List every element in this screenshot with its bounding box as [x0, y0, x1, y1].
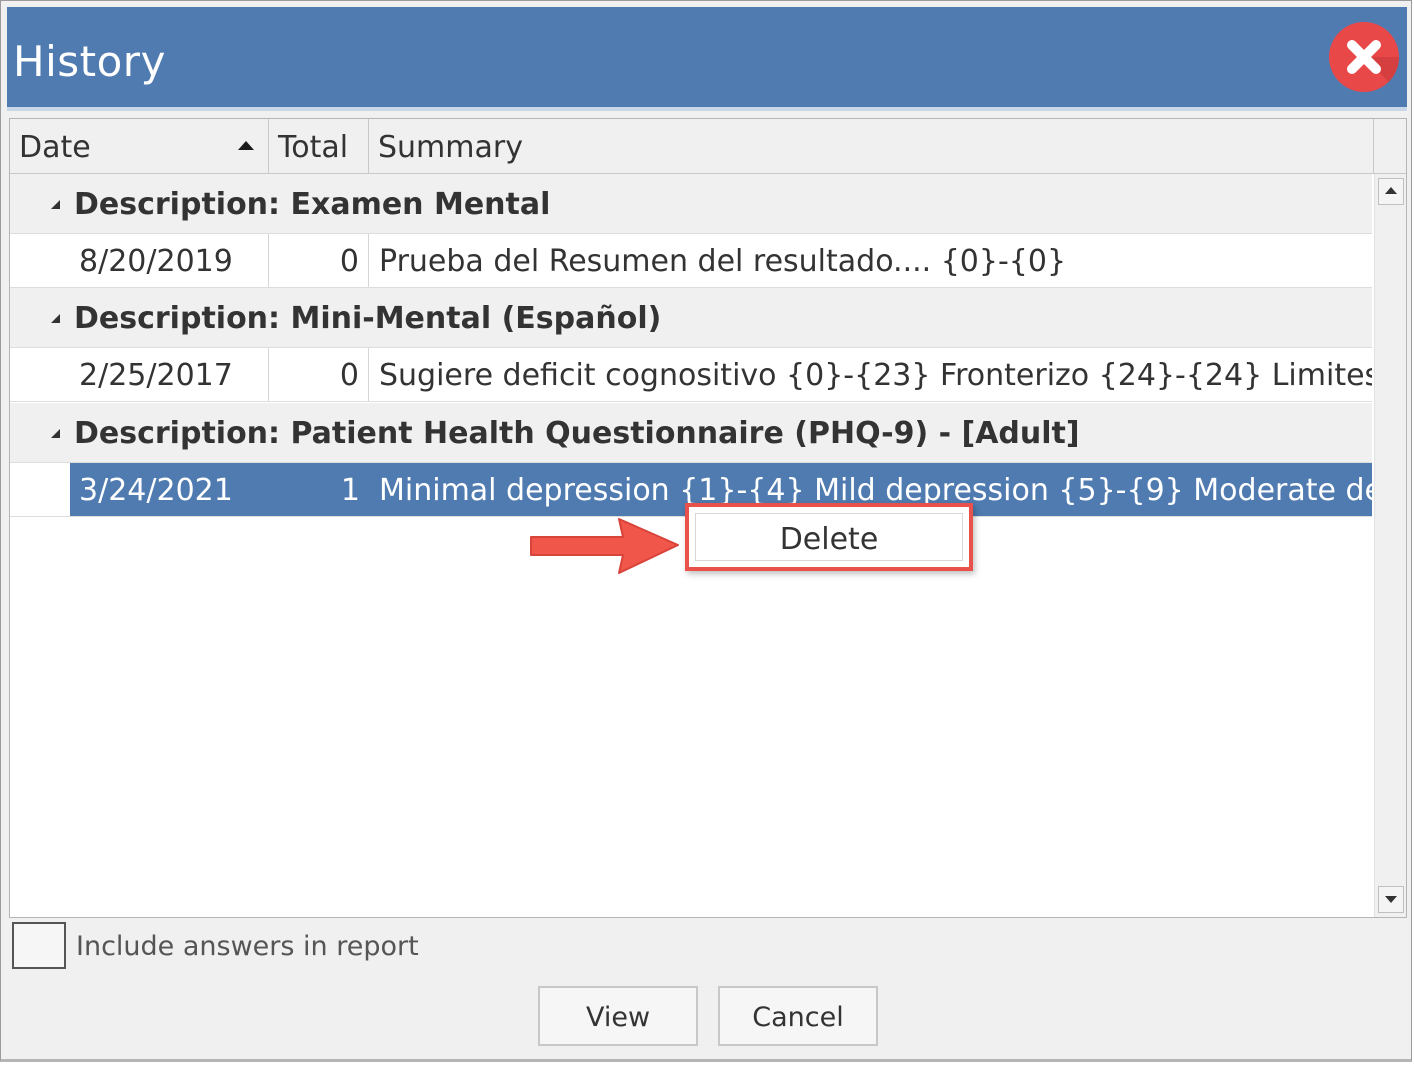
cancel-button[interactable]: Cancel — [718, 986, 878, 1046]
dialog-title: History — [13, 37, 166, 86]
group-label: Description: Patient Health Questionnair… — [74, 416, 1080, 451]
vertical-scrollbar[interactable] — [1374, 174, 1406, 917]
group-label: Description: Examen Mental — [74, 187, 551, 222]
group-row[interactable]: Description: Examen Mental — [10, 174, 1372, 234]
summary-cell: Sugiere deficit cognositivo {0}-{23} Fro… — [379, 358, 1372, 393]
close-button[interactable] — [1329, 22, 1399, 92]
table-row[interactable]: 2/25/2017 0 Sugiere deficit cognositivo … — [10, 348, 1372, 402]
view-button[interactable]: View — [538, 986, 698, 1046]
summary-cell: Prueba del Resumen del resultado.... {0}… — [379, 244, 1067, 279]
column-header-total[interactable]: Total — [269, 119, 369, 173]
scroll-up-button[interactable] — [1378, 178, 1404, 205]
close-icon — [1347, 40, 1399, 92]
scroll-down-button[interactable] — [1378, 886, 1404, 913]
collapse-triangle-icon[interactable] — [51, 314, 60, 323]
sort-ascending-icon — [238, 141, 254, 150]
column-header-date-label: Date — [19, 130, 91, 165]
column-header-total-label: Total — [278, 130, 349, 165]
context-menu: Delete — [685, 503, 973, 571]
scroll-down-arrow-icon — [1385, 896, 1397, 903]
total-cell: 0 — [269, 234, 369, 287]
total-cell: 0 — [269, 348, 369, 401]
collapse-triangle-icon[interactable] — [51, 200, 60, 209]
group-row[interactable]: Description: Patient Health Questionnair… — [10, 403, 1372, 463]
annotation-arrow-icon — [530, 518, 679, 574]
collapse-triangle-icon[interactable] — [51, 429, 60, 438]
group-row[interactable]: Description: Mini-Mental (Español) — [10, 288, 1372, 348]
include-answers-checkbox[interactable] — [12, 922, 66, 969]
column-header-summary[interactable]: Summary — [369, 119, 1374, 173]
header-corner — [1374, 119, 1406, 174]
total-cell: 1 — [340, 473, 360, 508]
column-header-date[interactable]: Date — [10, 119, 269, 173]
scroll-up-arrow-icon — [1385, 187, 1397, 194]
include-answers-label: Include answers in report — [76, 931, 419, 962]
date-cell: 2/25/2017 — [10, 348, 269, 401]
history-dialog: History Date Total Summary Description: … — [0, 0, 1412, 1062]
column-header-summary-label: Summary — [378, 130, 523, 165]
group-label: Description: Mini-Mental (Español) — [74, 301, 662, 336]
table-row[interactable]: 8/20/2019 0 Prueba del Resumen del resul… — [10, 234, 1372, 288]
date-cell: 3/24/2021 — [79, 473, 233, 508]
date-cell: 8/20/2019 — [10, 234, 269, 287]
title-bar: History — [7, 7, 1407, 111]
context-menu-delete-item[interactable]: Delete — [695, 513, 963, 561]
grid-header: Date Total Summary — [10, 119, 1374, 174]
